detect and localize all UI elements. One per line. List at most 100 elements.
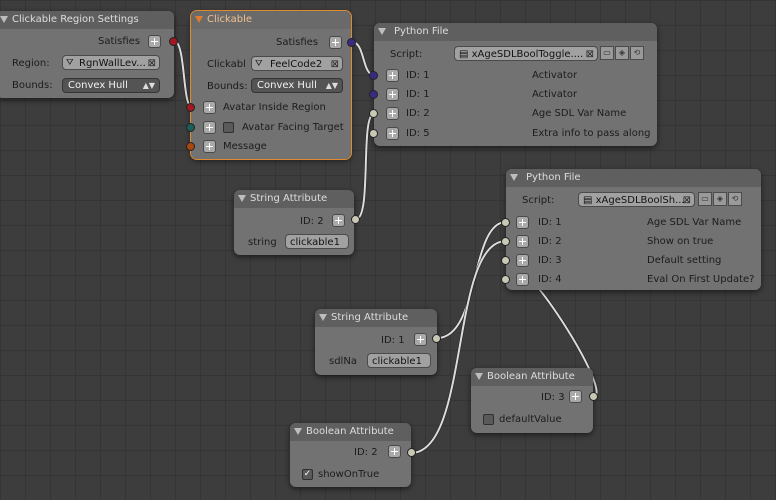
region-pointer-icon: ⛛ [255,59,263,69]
script-field[interactable]: ▤ xAgeSDLBoolToggle.... ⊠ [454,46,598,61]
triangle-down-icon[interactable] [0,16,8,23]
id-label: ID: 1 [381,335,405,346]
id-label: ID: 2 [406,108,430,119]
plus-icon[interactable] [386,88,399,101]
id-label: ID: 3 [538,255,562,266]
plus-icon[interactable] [386,107,399,120]
row-description: Activator [532,70,578,81]
node-header[interactable]: String Attribute [315,309,437,327]
plus-icon[interactable] [203,140,216,153]
string-value-field[interactable]: clickable1 [367,353,431,368]
script-label: Script: [522,195,555,206]
boolean-attribute-node-1[interactable]: Boolean Attribute ID: 3 defaultValue [471,368,598,433]
x-icon[interactable]: ⊠ [683,193,691,206]
node-header[interactable]: Python File [506,169,761,187]
row-description: Default setting [647,255,722,266]
x-icon[interactable]: ⊠ [586,47,594,60]
clickable-node[interactable]: Clickable Satisfies Clickabl ⛛ FeelCode2… [186,10,356,160]
bool-output-socket[interactable] [589,392,598,401]
x-icon[interactable]: ⊠ [331,57,339,70]
id-label: ID: 4 [538,274,562,285]
link-string2-to-python2 [436,221,507,339]
bounds-dropdown[interactable]: Convex Hull ▲▼ [251,78,343,93]
node-title: Clickable [207,14,253,25]
plus-icon[interactable] [569,390,582,403]
python-file-node-1[interactable]: Python File Script: ▤ xAgeSDLBoolToggle.… [369,23,657,146]
script-field[interactable]: ▤ xAgeSDLBoolSh... ⊠ [578,192,695,207]
node-header[interactable]: String Attribute [234,190,354,208]
package-icon[interactable]: ◈ [615,46,629,60]
id-label: ID: 1 [538,217,562,228]
node-header[interactable]: Boolean Attribute [290,423,411,441]
id1b-input-socket[interactable] [369,90,378,99]
node-header[interactable]: Python File [374,23,657,41]
string-attribute-node-1[interactable]: String Attribute ID: 2 string clickable1 [234,190,360,255]
plus-icon[interactable] [516,273,529,286]
check-label: showOnTrue [318,469,380,480]
dropdown-arrow-icon: ▲▼ [142,81,155,90]
reload-icon[interactable]: ⟲ [728,192,742,206]
triangle-down-icon[interactable] [510,174,518,181]
node-title: String Attribute [250,193,328,204]
id2-input-socket[interactable] [501,237,510,246]
plus-icon[interactable] [329,36,342,49]
id1-input-socket[interactable] [501,218,510,227]
id-label: ID: 2 [354,447,378,458]
row-description: Eval On First Update? [647,274,755,285]
satisfies-output-socket[interactable] [169,37,178,46]
plus-icon[interactable] [516,254,529,267]
python-file-node-2[interactable]: Python File Script: ▤ xAgeSDLBoolSh... ⊠… [501,169,761,290]
node-header[interactable]: Clickable Region Settings [0,11,174,29]
default-value-checkbox[interactable] [483,414,494,425]
message-label: Message [223,141,267,152]
plus-icon[interactable] [386,127,399,140]
plus-icon[interactable] [414,333,427,346]
triangle-down-icon[interactable] [319,314,327,321]
string-value-field[interactable]: clickable1 [285,234,349,249]
region-label: Region: [12,58,50,69]
plus-icon[interactable] [203,101,216,114]
node-header[interactable]: Clickable [191,11,351,29]
id-label: ID: 2 [300,216,324,227]
region-settings-node[interactable]: Clickable Region Settings Satisfies Regi… [0,11,178,98]
plus-icon[interactable] [386,69,399,82]
bounds-dropdown[interactable]: Convex Hull ▲▼ [62,78,160,93]
id2-input-socket[interactable] [369,109,378,118]
satisfies-output-socket[interactable] [347,38,356,47]
x-icon[interactable]: ⊠ [148,56,156,69]
clickable-field[interactable]: ⛛ FeelCode2 ⊠ [251,56,343,71]
folder-icon[interactable]: ▭ [698,192,712,206]
triangle-down-icon[interactable] [294,428,302,435]
string-output-socket[interactable] [432,334,441,343]
plus-icon[interactable] [516,216,529,229]
string-attribute-node-2[interactable]: String Attribute ID: 1 sdlNa clickable1 [315,309,441,375]
reload-icon[interactable]: ⟲ [630,46,644,60]
triangle-down-icon[interactable] [475,373,483,380]
avatar-facing-input-socket[interactable] [186,123,195,132]
plus-icon[interactable] [516,235,529,248]
triangle-down-icon[interactable] [238,195,246,202]
region-field[interactable]: ⛛ RgnWallLev... ⊠ [62,55,160,70]
row-description: Activator [532,89,578,100]
message-input-socket[interactable] [186,142,195,151]
bool-output-socket[interactable] [407,448,416,457]
id5-input-socket[interactable] [369,129,378,138]
id4-input-socket[interactable] [501,275,510,284]
id1-input-socket[interactable] [369,71,378,80]
show-on-true-checkbox[interactable]: ✓ [302,469,313,480]
triangle-down-icon[interactable] [378,28,386,35]
avatar-facing-checkbox[interactable] [223,122,234,133]
plus-icon[interactable] [388,445,401,458]
package-icon[interactable]: ◈ [713,192,727,206]
node-header[interactable]: Boolean Attribute [471,368,593,386]
plus-icon[interactable] [148,35,161,48]
plus-icon[interactable] [332,214,345,227]
avatar-inside-input-socket[interactable] [186,103,195,112]
boolean-attribute-node-2[interactable]: Boolean Attribute ID: 2 ✓ showOnTrue [290,423,416,487]
row-description: Extra info to pass along [532,128,651,139]
plus-icon[interactable] [203,121,216,134]
id3-input-socket[interactable] [501,256,510,265]
folder-icon[interactable]: ▭ [600,46,614,60]
triangle-down-icon[interactable] [195,16,203,23]
string-output-socket[interactable] [351,215,360,224]
